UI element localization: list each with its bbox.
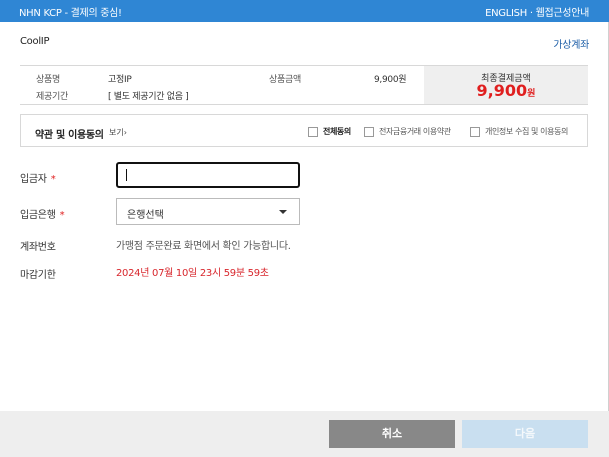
english-link[interactable]: ENGLISH [485, 8, 527, 19]
link-separator: · [529, 8, 533, 19]
total-amount-number: 9,900 [476, 81, 528, 100]
total-amount-unit: 원 [527, 89, 536, 99]
bank-label: 입금은행 * [20, 206, 65, 221]
bank-select-value: 은행선택 [127, 210, 164, 221]
required-mark: * [59, 210, 65, 221]
period-value: [ 별도 제공기간 없음 ] [108, 92, 189, 102]
depositor-label: 입금자 * [20, 170, 56, 185]
bank-select[interactable]: 은행선택 [116, 198, 300, 225]
checkbox-box[interactable] [364, 126, 374, 137]
next-button[interactable]: 다음 [462, 420, 588, 448]
deadline-value: 2024년 07월 10일 23시 59분 59초 [116, 268, 269, 279]
top-links: ENGLISH · 웹접근성안내 [485, 4, 589, 19]
depositor-label-text: 입금자 [20, 174, 47, 185]
checkbox-box[interactable] [470, 126, 480, 137]
period-label: 제공기간 [36, 92, 68, 102]
terms-view-link[interactable]: 보기› [109, 127, 127, 138]
product-name-value: 고정IP [108, 75, 132, 85]
product-name-label: 상품명 [36, 75, 60, 85]
account-value: 가맹점 주문완료 화면에서 확인 가능합니다. [116, 241, 291, 252]
agree-all-label: 전체동의 [323, 127, 351, 136]
depositor-input[interactable] [116, 162, 300, 188]
bank-label-text: 입금은행 [20, 210, 56, 221]
deadline-label: 마감기한 [20, 270, 56, 281]
cancel-button[interactable]: 취소 [329, 420, 455, 448]
finance-terms-checkbox[interactable]: 전자금융거래 이용약관 [364, 126, 451, 137]
product-info-box: 상품명 고정IP 제공기간 [ 별도 제공기간 없음 ] 상품금액 9,900원… [20, 65, 588, 105]
footer-bar: 취소 다음 [0, 411, 609, 457]
account-label: 계좌번호 [20, 242, 56, 253]
required-mark: * [50, 174, 56, 185]
finance-terms-label: 전자금융거래 이용약관 [379, 127, 451, 136]
terms-section: 약관 및 이용동의 보기› 전체동의 전자금융거래 이용약관 개인정보 수집 및… [20, 114, 588, 147]
total-amount-area: 최종결제금액 9,900원 [424, 66, 588, 104]
total-amount-value: 9,900원 [424, 81, 588, 100]
product-amount-label: 상품금액 [269, 75, 301, 85]
payment-method-label: 가상계좌 [553, 40, 589, 51]
terms-heading: 약관 및 이용동의 [35, 130, 104, 141]
checkbox-box[interactable] [308, 126, 318, 137]
accessibility-guide-link[interactable]: 웹접근성안내 [536, 8, 590, 19]
dropdown-arrow-icon [279, 210, 287, 214]
top-bar: NHN KCP - 결제의 중심! ENGLISH · 웹접근성안내 [0, 0, 609, 22]
product-amount-value: 9,900원 [374, 75, 407, 85]
agree-all-checkbox[interactable]: 전체동의 [308, 126, 351, 137]
window-title: NHN KCP - 결제의 중심! [19, 8, 122, 19]
merchant-name: CoolIP [20, 36, 50, 47]
privacy-terms-checkbox[interactable]: 개인정보 수집 및 이용동의 [470, 126, 568, 137]
text-caret [126, 169, 127, 181]
privacy-terms-label: 개인정보 수집 및 이용동의 [485, 127, 568, 136]
